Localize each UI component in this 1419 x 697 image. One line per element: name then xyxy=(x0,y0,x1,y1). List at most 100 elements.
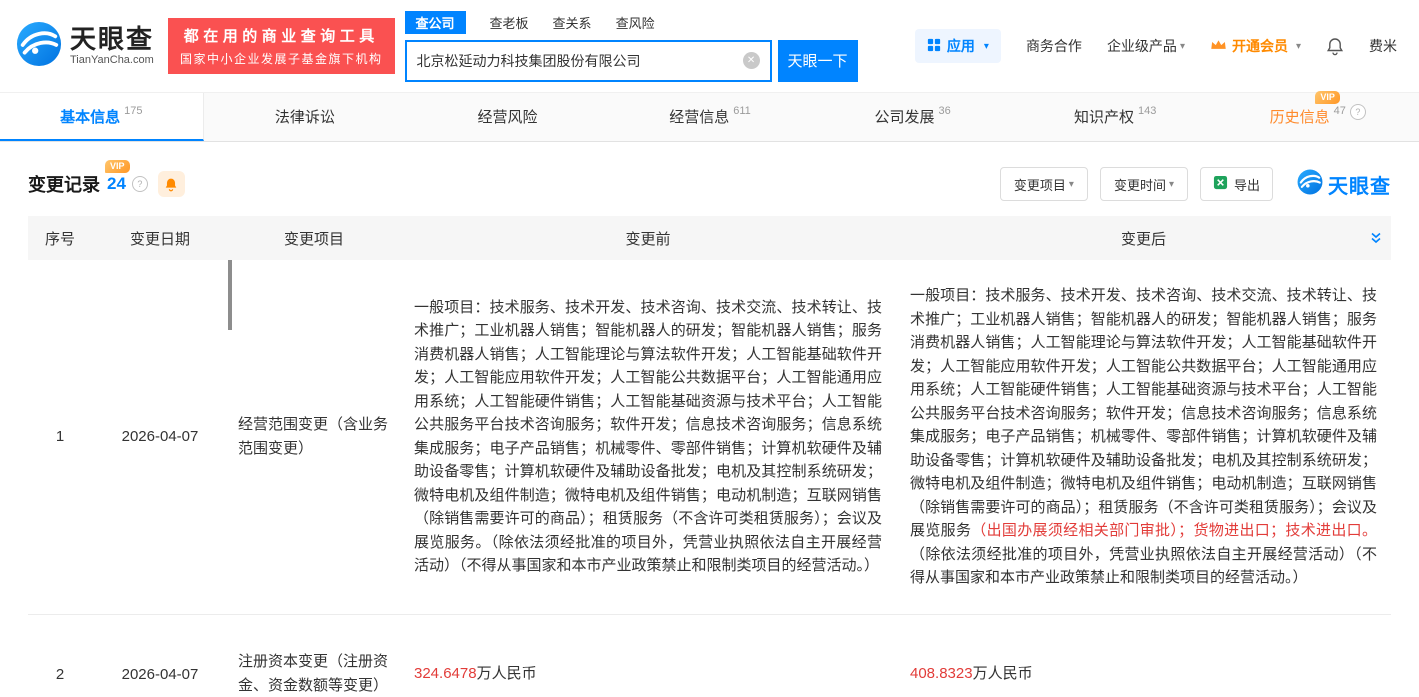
link-open-vip[interactable]: 开通会员 ▾ xyxy=(1210,36,1301,56)
capital-unit: 万人民币 xyxy=(477,665,537,682)
tab-history-info[interactable]: VIP 历史信息 47 ? xyxy=(1216,93,1419,141)
link-business-cooperation[interactable]: 商务合作 xyxy=(1026,36,1082,56)
excel-icon xyxy=(1213,175,1228,193)
cell-before: 324.6478万人民币 xyxy=(400,614,896,697)
tab-operation-risk[interactable]: 经营风险 xyxy=(406,93,609,141)
search-area: 查公司 查老板 查关系 查风险 ✕ 天眼一下 xyxy=(405,11,858,82)
page: 天眼查 TianYanCha.com 都在用的商业查询工具 国家中小企业发展子基… xyxy=(0,0,1419,697)
tab-label: 经营风险 xyxy=(477,106,537,127)
section-count: 24 xyxy=(107,174,126,193)
tab-label: 基本信息 xyxy=(60,106,120,127)
chevron-down-icon: ▾ xyxy=(1296,41,1301,52)
capital-value: 408.8323 xyxy=(910,665,973,682)
tab-basic-info[interactable]: 基本信息 175 xyxy=(0,93,204,141)
collapse-all-icon[interactable] xyxy=(1369,231,1383,245)
tab-count: 175 xyxy=(124,105,142,117)
search-tab-boss[interactable]: 查老板 xyxy=(490,13,529,32)
tab-intellectual-property[interactable]: 知识产权 143 xyxy=(1014,93,1217,141)
help-icon[interactable]: ? xyxy=(1350,104,1366,120)
search-button[interactable]: 天眼一下 xyxy=(778,40,858,82)
tab-label: 法律诉讼 xyxy=(275,106,335,127)
tab-label: 知识产权 xyxy=(1074,106,1134,127)
cell-date: 2026-04-07 xyxy=(92,260,228,614)
company-nav-tabs: 基本信息 175 法律诉讼 经营风险 经营信息 611 公司发展 36 知识产权… xyxy=(0,92,1419,142)
change-item-text: 注册资本变更（注册资金、资金数额等变更） xyxy=(238,653,388,694)
tab-label: 历史信息 xyxy=(1270,106,1330,127)
tab-count: 36 xyxy=(938,105,950,117)
change-record-section-header: 变更记录 VIP 24 ? 变更项目 ▾ 变更时间 ▾ xyxy=(0,142,1419,216)
table-row: 1 2026-04-07 经营范围变更（含业务范围变更） 一般项目：技术服务、技… xyxy=(28,260,1391,614)
column-scrollbar-thumb[interactable] xyxy=(228,260,232,330)
after-text-tail: （除依法须经批准的项目外，凭营业执照依法自主开展经营活动）（不得从事国家和本市产… xyxy=(910,546,1377,587)
search-tab-company[interactable]: 查公司 xyxy=(405,11,466,34)
col-header-date: 变更日期 xyxy=(92,216,228,260)
section-title: 变更记录 xyxy=(28,171,100,197)
user-menu[interactable]: 费米 xyxy=(1369,36,1397,56)
search-tabs: 查公司 查老板 查关系 查风险 xyxy=(405,11,858,34)
filter-label: 变更项目 xyxy=(1014,175,1066,194)
promo-banner-line2: 国家中小企业发展子基金旗下机构 xyxy=(180,50,383,67)
col-header-after-label: 变更后 xyxy=(1121,231,1166,248)
export-button[interactable]: 导出 xyxy=(1200,167,1273,201)
tianyancha-logo-icon xyxy=(1297,169,1323,200)
capital-value: 324.6478 xyxy=(414,665,477,682)
tab-company-development[interactable]: 公司发展 36 xyxy=(811,93,1014,141)
cell-after: 408.8323万人民币 xyxy=(896,614,1391,697)
cell-no: 1 xyxy=(28,260,92,614)
logo-text: 天眼查 TianYanCha.com xyxy=(70,26,154,67)
vip-label: 开通会员 xyxy=(1232,36,1288,56)
enterprise-label: 企业级产品 xyxy=(1107,36,1177,56)
clear-icon[interactable]: ✕ xyxy=(743,52,760,69)
tab-count: 47 xyxy=(1334,105,1346,117)
search-tab-risk[interactable]: 查风险 xyxy=(616,13,655,32)
promo-banner-line1: 都在用的商业查询工具 xyxy=(180,25,383,46)
filter-label: 变更时间 xyxy=(1114,175,1166,194)
search-input[interactable] xyxy=(407,53,743,69)
col-header-item: 变更项目 xyxy=(228,216,400,260)
tab-label: 经营信息 xyxy=(669,106,729,127)
tianyancha-brand-logo: 天眼查 xyxy=(1297,169,1391,200)
search-box: ✕ xyxy=(405,40,772,82)
vip-badge: VIP xyxy=(1315,91,1340,104)
vip-badge: VIP xyxy=(105,160,130,173)
filter-change-time[interactable]: 变更时间 ▾ xyxy=(1100,167,1188,201)
top-right-nav: 应用 ▾ 商务合作 企业级产品 ▾ 开通会员 ▾ 费米 xyxy=(915,29,1397,63)
tab-count: 143 xyxy=(1138,105,1156,117)
cell-no: 2 xyxy=(28,614,92,697)
apps-grid-icon xyxy=(927,38,941,55)
link-enterprise-products[interactable]: 企业级产品 ▾ xyxy=(1107,36,1185,56)
top-header: 天眼查 TianYanCha.com 都在用的商业查询工具 国家中小企业发展子基… xyxy=(0,0,1419,92)
logo-brand: 天眼查 xyxy=(70,26,154,53)
subscribe-bell-icon[interactable] xyxy=(158,171,185,197)
tab-legal-litigation[interactable]: 法律诉讼 xyxy=(204,93,407,141)
chevron-down-icon: ▾ xyxy=(1169,179,1174,190)
cell-change-item: 经营范围变更（含业务范围变更） xyxy=(228,260,400,614)
apps-menu[interactable]: 应用 ▾ xyxy=(915,29,1001,63)
change-record-table: 序号 变更日期 变更项目 变更前 变更后 1 2026-04 xyxy=(28,216,1391,697)
table-row: 2 2026-04-07 注册资本变更（注册资金、资金数额等变更） 324.64… xyxy=(28,614,1391,697)
tianyancha-logo[interactable]: 天眼查 TianYanCha.com xyxy=(16,21,164,72)
export-label: 导出 xyxy=(1234,175,1260,194)
col-header-before: 变更前 xyxy=(400,216,896,260)
section-title-group: 变更记录 VIP 24 ? xyxy=(28,171,185,197)
apps-label: 应用 xyxy=(947,36,975,56)
section-count-wrap: VIP 24 xyxy=(107,174,126,194)
tab-operation-info[interactable]: 经营信息 611 xyxy=(609,93,812,141)
help-icon[interactable]: ? xyxy=(132,176,148,192)
history-tab-inner: VIP 历史信息 47 ? xyxy=(1270,106,1366,127)
tab-label: 公司发展 xyxy=(874,106,934,127)
after-text-highlight: （出国办展须经相关部门审批）；货物进出口；技术进出口。 xyxy=(971,522,1377,539)
notification-bell-icon[interactable] xyxy=(1326,37,1344,56)
tianyancha-logo-icon xyxy=(16,21,62,72)
brand-text: 天眼查 xyxy=(1328,170,1391,199)
chevron-down-icon: ▾ xyxy=(1069,179,1074,190)
change-item-text: 经营范围变更（含业务范围变更） xyxy=(238,416,388,457)
promo-banner: 都在用的商业查询工具 国家中小企业发展子基金旗下机构 xyxy=(168,18,395,74)
filter-change-item[interactable]: 变更项目 ▾ xyxy=(1000,167,1088,201)
section-toolbar: 变更项目 ▾ 变更时间 ▾ 导出 xyxy=(1000,167,1391,201)
after-text-main: 一般项目：技术服务、技术开发、技术咨询、技术交流、技术转让、技术推广；工业机器人… xyxy=(910,287,1377,539)
search-row: ✕ 天眼一下 xyxy=(405,40,858,82)
search-tab-relation[interactable]: 查关系 xyxy=(553,13,592,32)
cell-before: 一般项目：技术服务、技术开发、技术咨询、技术交流、技术转让、技术推广；工业机器人… xyxy=(400,260,896,614)
chevron-down-icon: ▾ xyxy=(984,41,989,52)
